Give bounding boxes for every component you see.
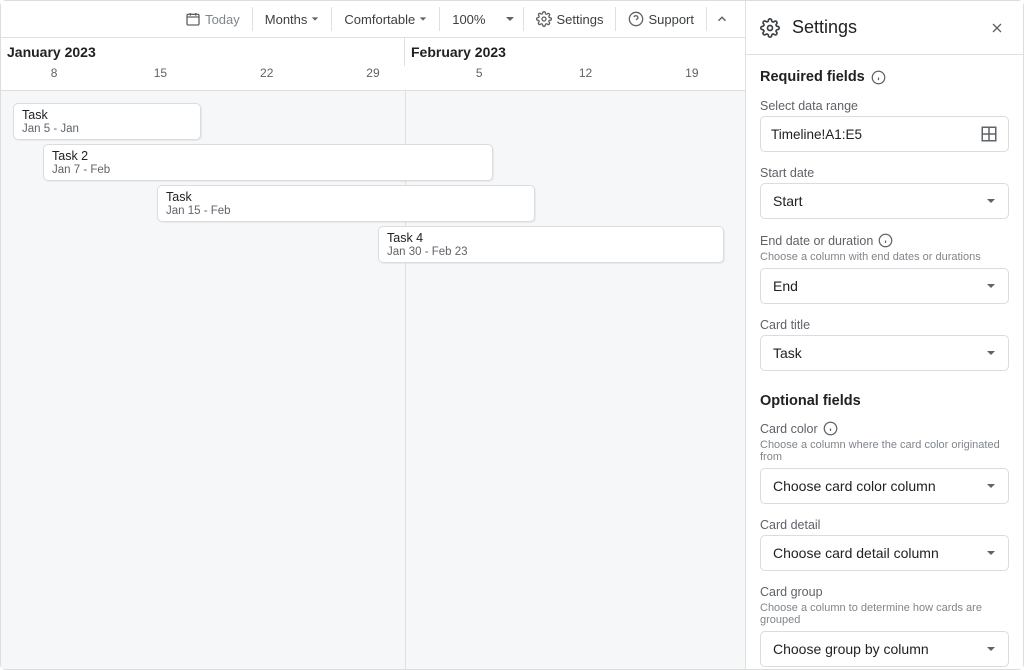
gear-icon [536, 11, 552, 27]
calendar-icon [185, 11, 201, 27]
card-color-hint: Choose a column where the card color ori… [760, 439, 1009, 463]
close-icon [989, 20, 1005, 36]
density-dropdown[interactable]: Comfortable [332, 1, 439, 37]
caret-down-icon [986, 481, 996, 491]
card-detail-label: Card detail [760, 518, 1009, 532]
data-range-input[interactable]: Timeline!A1:E5 [760, 116, 1009, 152]
card-color-label: Card color [760, 421, 1009, 436]
settings-header: Settings [746, 1, 1023, 55]
support-button[interactable]: Support [616, 1, 706, 37]
caret-down-icon [986, 348, 996, 358]
settings-label: Settings [556, 12, 603, 27]
task-card[interactable]: TaskJan 5 - Jan [13, 103, 201, 140]
timeline-area: Today Months Comfortable 100% Settings [1, 1, 745, 669]
settings-panel: Settings Required fields Select data ran… [745, 1, 1023, 669]
task-dates: Jan 5 - Jan [22, 123, 192, 135]
view-scale-label: Months [265, 12, 308, 27]
settings-button[interactable]: Settings [524, 1, 615, 37]
task-title: Task 2 [52, 149, 484, 163]
chart-body[interactable]: TaskJan 5 - JanTask 2Jan 7 - FebTaskJan … [1, 91, 745, 669]
day-tick: 19 [639, 66, 745, 90]
start-date-label: Start date [760, 166, 1009, 180]
day-ticks: 8 15 22 29 5 12 19 [1, 66, 745, 90]
day-tick: 22 [214, 66, 320, 90]
card-title-select[interactable]: Task [760, 335, 1009, 371]
card-group-select[interactable]: Choose group by column [760, 631, 1009, 667]
day-tick: 8 [1, 66, 107, 90]
toolbar: Today Months Comfortable 100% Settings [1, 1, 745, 38]
zoom-level[interactable]: 100% [440, 1, 497, 37]
today-button[interactable]: Today [173, 1, 252, 37]
density-label: Comfortable [344, 12, 415, 27]
month-label: January 2023 [1, 38, 405, 66]
task-dates: Jan 15 - Feb [166, 205, 526, 217]
end-date-label: End date or duration [760, 233, 1009, 248]
collapse-button[interactable] [707, 1, 737, 37]
info-icon[interactable] [823, 421, 838, 436]
caret-down-icon [311, 15, 319, 23]
caret-down-icon [505, 14, 515, 24]
close-button[interactable] [985, 16, 1009, 40]
view-scale-dropdown[interactable]: Months [253, 1, 332, 37]
card-group-label: Card group [760, 585, 1009, 599]
caret-down-icon [986, 196, 996, 206]
task-card[interactable]: Task 2Jan 7 - Feb [43, 144, 493, 181]
zoom-dropdown[interactable] [497, 1, 523, 37]
zoom-label: 100% [452, 12, 485, 27]
task-title: Task [166, 190, 526, 204]
gear-icon [760, 18, 780, 38]
card-color-select[interactable]: Choose card color column [760, 468, 1009, 504]
info-icon[interactable] [871, 70, 886, 85]
end-date-hint: Choose a column with end dates or durati… [760, 251, 1009, 263]
settings-title: Settings [792, 17, 973, 38]
required-fields-title: Required fields [760, 69, 1009, 85]
start-date-select[interactable]: Start [760, 183, 1009, 219]
range-label: Select data range [760, 99, 1009, 113]
day-tick: 5 [426, 66, 532, 90]
support-label: Support [648, 12, 694, 27]
months-header: January 2023 February 2023 8 15 22 29 5 … [1, 38, 745, 91]
today-label: Today [205, 12, 240, 27]
day-tick: 29 [320, 66, 426, 90]
day-tick: 12 [532, 66, 638, 90]
card-title-label: Card title [760, 318, 1009, 332]
task-card[interactable]: Task 4Jan 30 - Feb 23 [378, 226, 724, 263]
caret-down-icon [986, 281, 996, 291]
card-group-hint: Choose a column to determine how cards a… [760, 602, 1009, 626]
card-detail-select[interactable]: Choose card detail column [760, 535, 1009, 571]
info-icon[interactable] [878, 233, 893, 248]
task-title: Task [22, 108, 192, 122]
help-icon [628, 11, 644, 27]
optional-fields-title: Optional fields [760, 393, 1009, 409]
task-title: Task 4 [387, 231, 715, 245]
grid-icon[interactable] [980, 125, 998, 143]
task-dates: Jan 7 - Feb [52, 164, 484, 176]
task-card[interactable]: TaskJan 15 - Feb [157, 185, 535, 222]
chevron-up-icon [715, 12, 729, 26]
caret-down-icon [419, 15, 427, 23]
caret-down-icon [986, 548, 996, 558]
end-date-select[interactable]: End [760, 268, 1009, 304]
month-label: February 2023 [405, 38, 745, 66]
settings-body: Required fields Select data range Timeli… [746, 55, 1023, 669]
task-dates: Jan 30 - Feb 23 [387, 246, 715, 258]
caret-down-icon [986, 644, 996, 654]
day-tick: 15 [107, 66, 213, 90]
